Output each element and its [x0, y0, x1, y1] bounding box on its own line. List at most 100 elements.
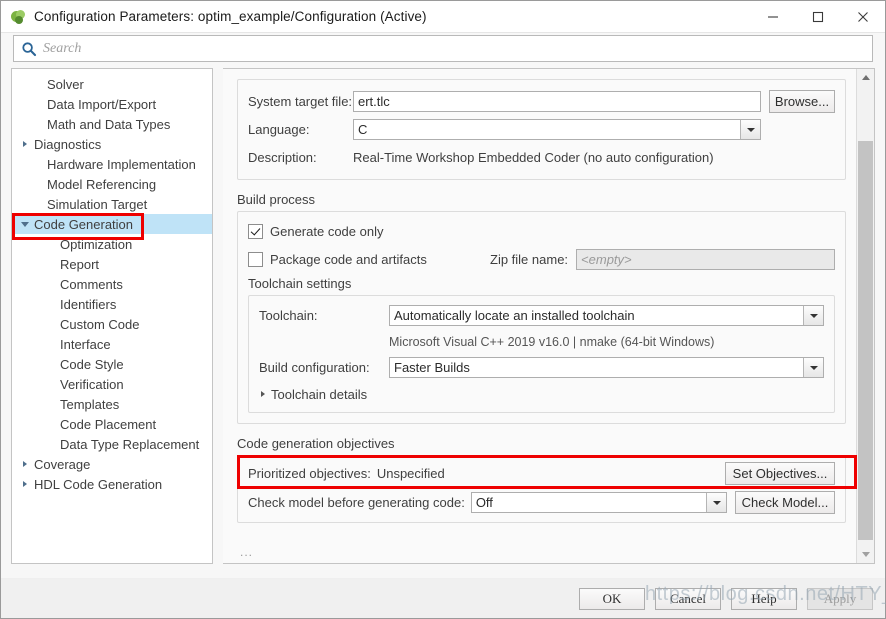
target-selection-group: System target file: ert.tlc Browse... La… [237, 79, 846, 180]
sidebar-item-label: Solver [44, 77, 84, 92]
toolchain-settings-title: Toolchain settings [248, 276, 835, 291]
toolchain-select[interactable]: Automatically locate an installed toolch… [389, 305, 824, 326]
chevron-right-icon[interactable] [18, 461, 31, 467]
sidebar-item-interface[interactable]: Interface [12, 334, 212, 354]
help-button[interactable]: Help [731, 588, 797, 610]
scroll-up-icon[interactable] [857, 69, 874, 86]
window-controls [750, 1, 885, 32]
zip-file-name-label: Zip file name: [490, 252, 568, 267]
sidebar-item-label: Coverage [31, 457, 90, 472]
sidebar-item-code-style[interactable]: Code Style [12, 354, 212, 374]
title-bar: Configuration Parameters: optim_example/… [1, 1, 885, 33]
system-target-file-row: System target file: ert.tlc Browse... [248, 90, 835, 113]
objectives-region: Prioritized objectives: Unspecified Set … [237, 455, 846, 523]
sidebar-item-templates[interactable]: Templates [12, 394, 212, 414]
check-model-button[interactable]: Check Model... [735, 491, 835, 514]
build-process-title: Build process [237, 192, 846, 207]
check-model-select[interactable]: Off [471, 492, 727, 513]
package-code-checkbox[interactable] [248, 252, 263, 267]
sidebar-item-code-placement[interactable]: Code Placement [12, 414, 212, 434]
sidebar-item-optimization[interactable]: Optimization [12, 234, 212, 254]
package-code-row[interactable]: Package code and artifacts Zip file name… [248, 248, 835, 270]
search-placeholder: Search [43, 41, 81, 57]
sidebar-item-diagnostics[interactable]: Diagnostics [12, 134, 212, 154]
search-bar: Search [1, 33, 885, 64]
sidebar-item-label: Data Type Replacement [57, 437, 199, 452]
chevron-down-icon[interactable] [740, 120, 760, 139]
toolchain-detail-row: Microsoft Visual C++ 2019 v16.0 | nmake … [259, 332, 824, 352]
chevron-right-icon[interactable] [18, 481, 31, 487]
toolchain-settings-group: Toolchain: Automatically locate an insta… [248, 295, 835, 413]
cancel-button[interactable]: Cancel [655, 588, 721, 610]
sidebar-item-label: Interface [57, 337, 111, 352]
build-configuration-label: Build configuration: [259, 360, 389, 375]
toolchain-row: Toolchain: Automatically locate an insta… [259, 304, 824, 327]
sidebar-item-verification[interactable]: Verification [12, 374, 212, 394]
sidebar-item-label: Code Style [57, 357, 124, 372]
language-select[interactable]: C [353, 119, 761, 140]
scroll-down-icon[interactable] [857, 546, 874, 563]
search-input[interactable]: Search [13, 35, 873, 62]
check-model-value: Off [472, 493, 706, 512]
zip-file-name-placeholder: <empty> [581, 252, 632, 267]
check-model-row: Check model before generating code: Off … [248, 491, 835, 514]
scrollbar-thumb[interactable] [858, 141, 873, 540]
sidebar-item-identifiers[interactable]: Identifiers [12, 294, 212, 314]
prioritized-objectives-value: Unspecified [377, 466, 445, 481]
toolchain-details-disclosure[interactable]: Toolchain details [259, 384, 824, 404]
sidebar-item-data-type-replacement[interactable]: Data Type Replacement [12, 434, 212, 454]
sidebar-item-label: Comments [57, 277, 123, 292]
chevron-right-icon[interactable] [18, 141, 31, 147]
sidebar-item-custom-code[interactable]: Custom Code [12, 314, 212, 334]
chevron-right-icon [261, 391, 265, 397]
sidebar-item-label: Identifiers [57, 297, 116, 312]
sidebar-item-label: Verification [57, 377, 124, 392]
sidebar-item-hardware-implementation[interactable]: Hardware Implementation [12, 154, 212, 174]
chevron-down-icon[interactable] [18, 222, 31, 227]
chevron-down-icon[interactable] [803, 358, 823, 377]
toolchain-details-label: Toolchain details [271, 387, 367, 402]
sidebar-item-comments[interactable]: Comments [12, 274, 212, 294]
check-model-label: Check model before generating code: [248, 495, 465, 510]
build-configuration-select[interactable]: Faster Builds [389, 357, 824, 378]
sidebar-item-model-referencing[interactable]: Model Referencing [12, 174, 212, 194]
generate-code-only-row[interactable]: Generate code only [248, 220, 835, 242]
prioritized-objectives-label: Prioritized objectives: [248, 466, 371, 481]
close-icon[interactable] [840, 1, 885, 32]
dialog-footer: OK Cancel Help Apply https://blog.csdn.n… [1, 578, 885, 618]
chevron-down-icon[interactable] [706, 493, 726, 512]
sidebar-item-report[interactable]: Report [12, 254, 212, 274]
browse-button[interactable]: Browse... [769, 90, 835, 113]
sidebar-item-math-and-data-types[interactable]: Math and Data Types [12, 114, 212, 134]
description-value: Real-Time Workshop Embedded Coder (no au… [353, 150, 714, 165]
dialog-body: Solver Data Import/ExportMath and Data Ty… [1, 64, 885, 578]
minimize-icon[interactable] [750, 1, 795, 32]
sidebar-item-coverage[interactable]: Coverage [12, 454, 212, 474]
apply-button: Apply [807, 588, 873, 610]
simulink-icon [10, 9, 26, 25]
language-value: C [354, 120, 740, 139]
sidebar-item-label: Templates [57, 397, 119, 412]
generate-code-only-label: Generate code only [270, 224, 383, 239]
sidebar-item-code-generation[interactable]: Code Generation [12, 214, 212, 234]
maximize-icon[interactable] [795, 1, 840, 32]
toolchain-label: Toolchain: [259, 308, 389, 323]
set-objectives-button[interactable]: Set Objectives... [725, 462, 835, 485]
system-target-file-input[interactable]: ert.tlc [353, 91, 761, 112]
sidebar-item-label: Custom Code [57, 317, 139, 332]
scrollbar-track[interactable] [857, 86, 874, 546]
ok-button[interactable]: OK [579, 588, 645, 610]
sidebar-item-solver[interactable]: Solver [12, 74, 212, 94]
package-code-label: Package code and artifacts [270, 252, 490, 267]
sidebar-item-hdl-code-generation[interactable]: HDL Code Generation [12, 474, 212, 494]
vertical-scrollbar[interactable] [856, 69, 874, 563]
settings-tree[interactable]: Solver Data Import/ExportMath and Data Ty… [11, 68, 213, 564]
sidebar-item-simulation-target[interactable]: Simulation Target [12, 194, 212, 214]
window-title: Configuration Parameters: optim_example/… [34, 9, 427, 24]
build-process-group: Generate code only Package code and arti… [237, 211, 846, 424]
chevron-down-icon[interactable] [803, 306, 823, 325]
generate-code-only-checkbox[interactable] [248, 224, 263, 239]
settings-panel: System target file: ert.tlc Browse... La… [223, 68, 875, 564]
description-row: Description: Real-Time Workshop Embedded… [248, 146, 835, 169]
sidebar-item-data-import-export[interactable]: Data Import/Export [12, 94, 212, 114]
